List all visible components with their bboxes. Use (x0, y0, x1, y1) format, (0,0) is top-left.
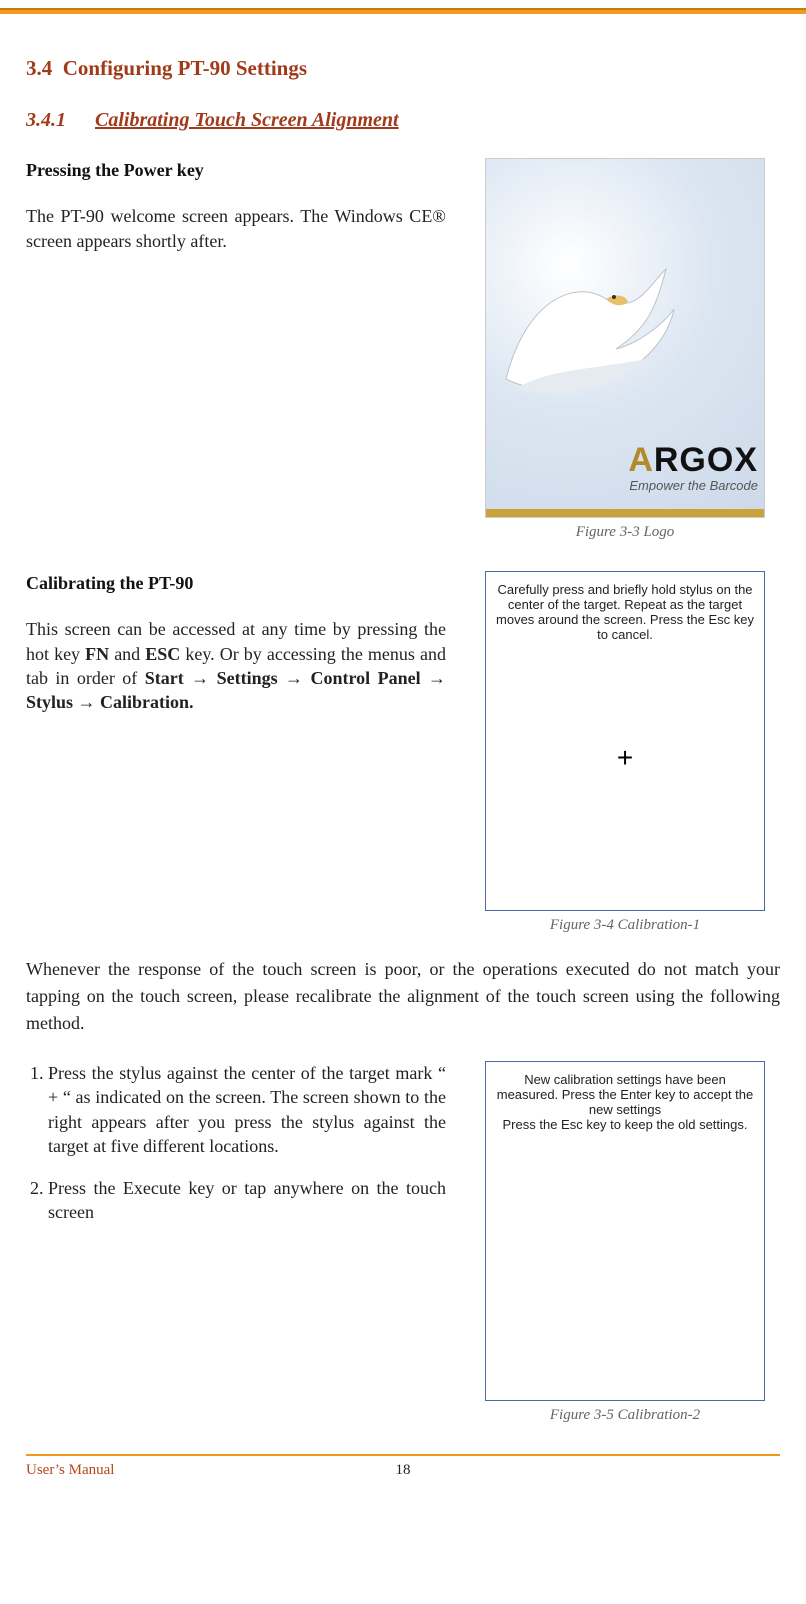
path-start: Start (145, 668, 184, 688)
arrow-icon: → (285, 668, 303, 688)
step-2: Press the Execute key or tap anywhere on… (48, 1176, 446, 1225)
figure-calibration-1: Carefully press and briefly hold stylus … (485, 571, 765, 911)
calibrating-heading: Calibrating the PT-90 (26, 571, 446, 595)
logo-text: ARGOX Empower the Barcode (628, 441, 758, 493)
section-number: 3.4 (26, 56, 52, 80)
subsection-title: Calibrating Touch Screen Alignment (95, 109, 399, 131)
path-stylus: Stylus (26, 692, 73, 712)
cal-text-mid1: and (109, 644, 145, 664)
key-fn: FN (85, 644, 109, 664)
subsection-heading: 3.4.1 Calibrating Touch Screen Alignment (26, 109, 780, 132)
block-power-key: Pressing the Power key The PT-90 welcome… (26, 158, 780, 541)
block-calibrating: Calibrating the PT-90 This screen can be… (26, 571, 780, 934)
steps-list: Press the stylus against the center of t… (26, 1061, 446, 1225)
calibration-2-text: New calibration settings have been measu… (492, 1070, 758, 1134)
crosshair-icon: + (617, 742, 633, 774)
arrow-icon: → (428, 668, 446, 688)
section-title: Configuring PT-90 Settings (63, 56, 307, 80)
figure-logo-caption: Figure 3-3 Logo (576, 524, 675, 541)
figure-calibration-2: New calibration settings have been measu… (485, 1061, 765, 1401)
power-key-text: The PT-90 welcome screen appears. The Wi… (26, 204, 446, 253)
path-settings: Settings (217, 668, 278, 688)
step-1: Press the stylus against the center of t… (48, 1061, 446, 1158)
figure-logo: ARGOX Empower the Barcode (485, 158, 765, 518)
subsection-number: 3.4.1 (26, 109, 90, 132)
arrow-icon: → (78, 692, 96, 712)
logo-letters-rest: RGOX (654, 441, 758, 479)
calibrating-text: This screen can be accessed at any time … (26, 617, 446, 714)
recalibrate-paragraph: Whenever the response of the touch scree… (26, 956, 780, 1037)
arrow-icon: → (191, 668, 209, 688)
figure-calibration-2-caption: Figure 3-5 Calibration-2 (550, 1407, 700, 1424)
figure-calibration-1-caption: Figure 3-4 Calibration-1 (550, 917, 700, 934)
section-heading: 3.4 Configuring PT-90 Settings (26, 56, 780, 81)
footer-page-number: 18 (396, 1462, 411, 1479)
calibration-1-text: Carefully press and briefly hold stylus … (492, 580, 758, 644)
logo-bottom-bar (486, 509, 764, 517)
logo-letter-a: A (628, 441, 654, 479)
logo-tagline: Empower the Barcode (628, 478, 758, 493)
path-control-panel: Control Panel (310, 668, 420, 688)
block-steps: Press the stylus against the center of t… (26, 1061, 780, 1424)
key-esc: ESC (145, 644, 180, 664)
footer: User’s Manual 18 (0, 1456, 806, 1479)
footer-manual: User’s Manual (26, 1462, 114, 1479)
power-key-heading: Pressing the Power key (26, 158, 446, 182)
path-calibration: Calibration. (100, 692, 194, 712)
eagle-icon (496, 239, 676, 399)
